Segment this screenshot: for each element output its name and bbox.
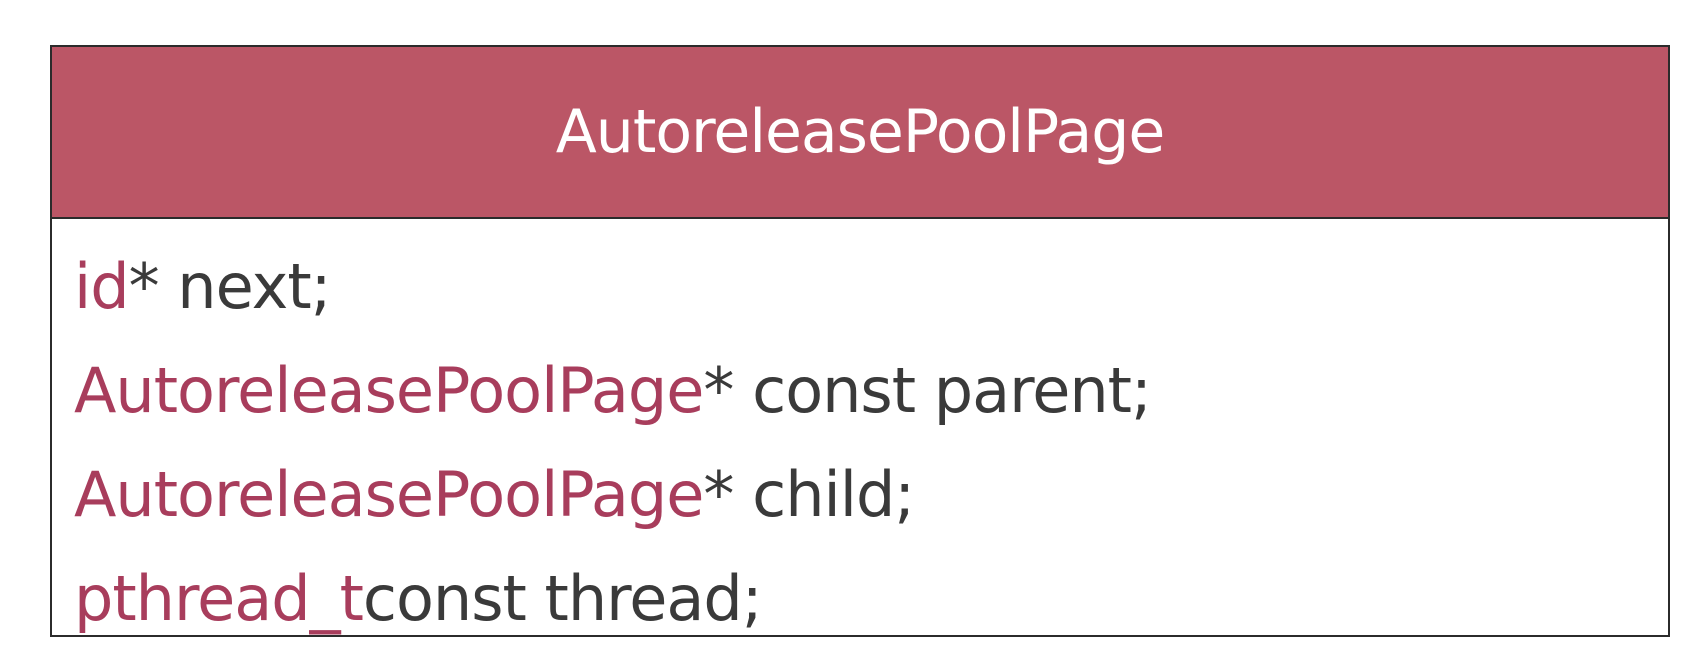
field-type: AutoreleasePoolPage <box>74 458 704 531</box>
field-declaration: const thread; <box>362 562 763 635</box>
field-next: id * next; <box>74 235 1668 339</box>
field-type: AutoreleasePoolPage <box>74 354 704 427</box>
field-type: id <box>74 250 130 323</box>
field-type: pthread_t <box>74 562 364 635</box>
class-diagram-box: AutoreleasePoolPage id * next; Autoreleas… <box>50 45 1670 637</box>
field-declaration: * next; <box>128 250 332 323</box>
class-name: AutoreleasePoolPage <box>555 97 1165 167</box>
class-fields: id * next; AutoreleasePoolPage * const par… <box>52 219 1668 651</box>
field-thread: pthread_t const thread; <box>74 547 1668 651</box>
field-declaration: * child; <box>703 458 915 531</box>
field-child: AutoreleasePoolPage * child; <box>74 443 1668 547</box>
class-header: AutoreleasePoolPage <box>52 47 1668 219</box>
field-declaration: * const parent; <box>703 354 1151 427</box>
field-parent: AutoreleasePoolPage * const parent; <box>74 339 1668 443</box>
